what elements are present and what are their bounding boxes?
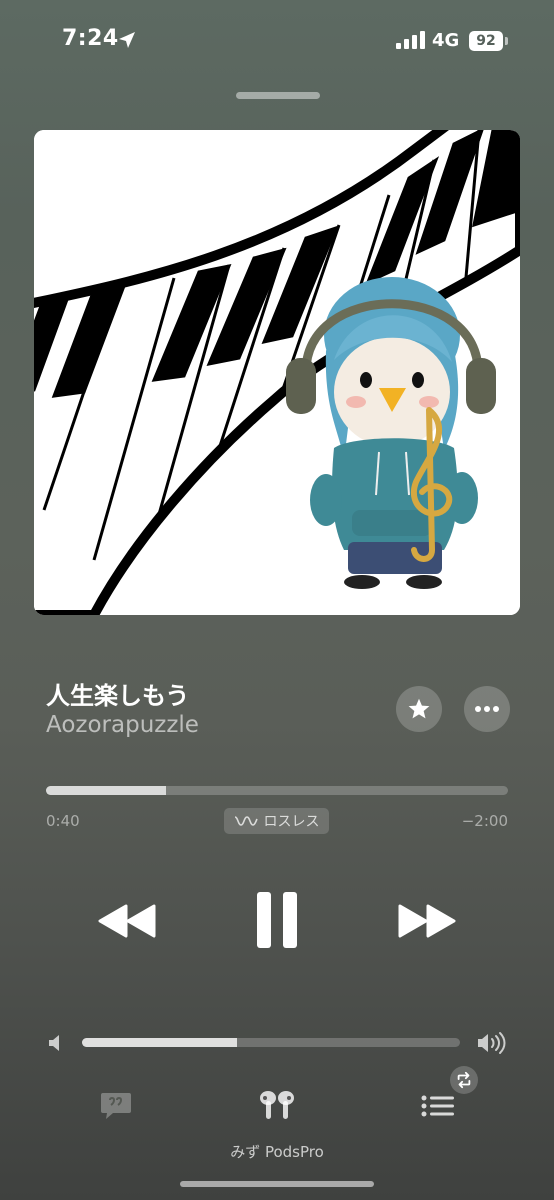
- airplay-output-button[interactable]: [256, 1089, 298, 1121]
- lyrics-button[interactable]: [99, 1090, 133, 1122]
- volume-level-fill: [82, 1038, 237, 1047]
- volume-low-icon: [46, 1033, 66, 1053]
- ellipsis-icon: [475, 706, 499, 712]
- track-artist[interactable]: Aozorapuzzle: [46, 712, 199, 738]
- playback-scrubber[interactable]: [46, 786, 508, 795]
- queue-list-icon: [421, 1095, 454, 1117]
- output-device-label: みず PodsPro: [230, 1143, 324, 1161]
- network-type: 4G: [432, 30, 460, 51]
- airpods-icon: [260, 1091, 294, 1119]
- favorite-button[interactable]: [396, 686, 442, 732]
- remaining-time: −2:00: [461, 812, 508, 830]
- repeat-button[interactable]: [450, 1066, 478, 1094]
- battery-indicator: 92: [469, 31, 503, 51]
- star-icon: [408, 698, 430, 719]
- rewind-icon: [98, 904, 156, 938]
- battery-tip: [505, 37, 508, 45]
- sheet-grabber[interactable]: [236, 92, 320, 99]
- location-arrow-icon: [116, 29, 138, 51]
- lossless-wave-icon: [234, 816, 258, 826]
- cellular-signal-icon: [396, 30, 426, 50]
- playback-progress-fill: [46, 786, 167, 795]
- lossless-badge: ロスレス: [224, 808, 329, 834]
- track-title: 人生楽しもう: [46, 682, 190, 710]
- fast-forward-icon: [398, 904, 456, 938]
- lyrics-quote-icon: [101, 1093, 131, 1119]
- status-time: 7:24: [62, 26, 119, 51]
- pause-button[interactable]: [250, 888, 304, 952]
- more-options-button[interactable]: [464, 686, 510, 732]
- volume-high-icon: [476, 1031, 506, 1055]
- fast-forward-button[interactable]: [396, 896, 458, 946]
- pause-icon: [257, 892, 297, 948]
- volume-slider[interactable]: [82, 1038, 460, 1047]
- album-artwork: [34, 130, 520, 615]
- queue-button[interactable]: [420, 1090, 456, 1122]
- repeat-icon: [457, 1071, 471, 1089]
- home-indicator: [180, 1181, 374, 1187]
- status-bar: 7:24 4G 92: [0, 0, 554, 80]
- lossless-label: ロスレス: [263, 814, 320, 830]
- elapsed-time: 0:40: [46, 812, 80, 830]
- rewind-button[interactable]: [96, 896, 158, 946]
